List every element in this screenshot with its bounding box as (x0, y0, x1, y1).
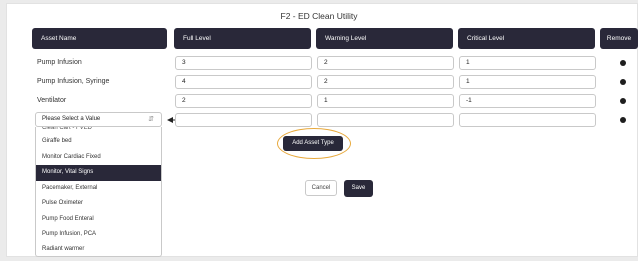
dropdown-option[interactable]: Clean Cart - FVED (36, 127, 161, 134)
full-level-field[interactable]: 4 (175, 75, 312, 89)
asset-type-select[interactable]: Please Select a Value ⇵ (35, 112, 162, 127)
dropdown-option[interactable]: Pulse Oximeter (36, 196, 161, 212)
row-asset-name: Pump Infusion (37, 59, 82, 66)
header-full-level: Full Level (174, 28, 311, 49)
critical-level-field[interactable]: -1 (459, 94, 596, 108)
row-asset-name: Ventilator (37, 97, 67, 104)
dropdown-option[interactable]: Monitor Cardiac Fixed (36, 150, 161, 166)
warning-level-field[interactable]: 2 (317, 56, 454, 70)
warning-level-field[interactable] (317, 113, 454, 127)
dropdown-option[interactable]: Radiant warmer (36, 243, 161, 252)
asset-type-dropdown: Clean Cart - FVED Giraffe bed Monitor Ca… (35, 127, 162, 257)
dropdown-option[interactable]: Pump Food Enteral (36, 212, 161, 228)
dropdown-option[interactable]: Pacemaker, External (36, 181, 161, 197)
dropdown-option[interactable]: Pump Infusion, PCA (36, 227, 161, 243)
page-title: F2 - ED Clean Utility (280, 11, 358, 21)
header-critical-level: Critical Level (458, 28, 595, 49)
header-remove: Remove (600, 28, 638, 49)
add-asset-type-button[interactable]: Add Asset Type (283, 136, 343, 151)
critical-level-field[interactable]: 1 (459, 75, 596, 89)
warning-level-field[interactable]: 2 (317, 75, 454, 89)
header-asset-name: Asset Name (32, 28, 167, 49)
critical-level-field[interactable]: 1 (459, 56, 596, 70)
row-asset-name: Pump Infusion, Syringe (37, 78, 110, 85)
remove-dot-icon[interactable] (620, 79, 626, 85)
full-level-field[interactable]: 2 (175, 94, 312, 108)
critical-level-field[interactable] (459, 113, 596, 127)
remove-dot-icon[interactable] (620, 60, 626, 66)
warning-level-field[interactable]: 1 (317, 94, 454, 108)
dropdown-option[interactable]: Giraffe bed (36, 134, 161, 150)
remove-dot-icon[interactable] (620, 98, 626, 104)
full-level-field[interactable] (175, 113, 312, 127)
full-level-field[interactable]: 3 (175, 56, 312, 70)
header-warning-level: Warning Level (316, 28, 453, 49)
updown-chevron-icon: ⇵ (148, 116, 154, 123)
remove-dot-icon[interactable] (620, 117, 626, 123)
save-button[interactable]: Save (344, 180, 373, 197)
cancel-button[interactable]: Cancel (305, 180, 337, 196)
asset-type-select-value: Please Select a Value (42, 116, 101, 122)
dropdown-option-selected[interactable]: Monitor, Vital Signs (36, 165, 161, 181)
